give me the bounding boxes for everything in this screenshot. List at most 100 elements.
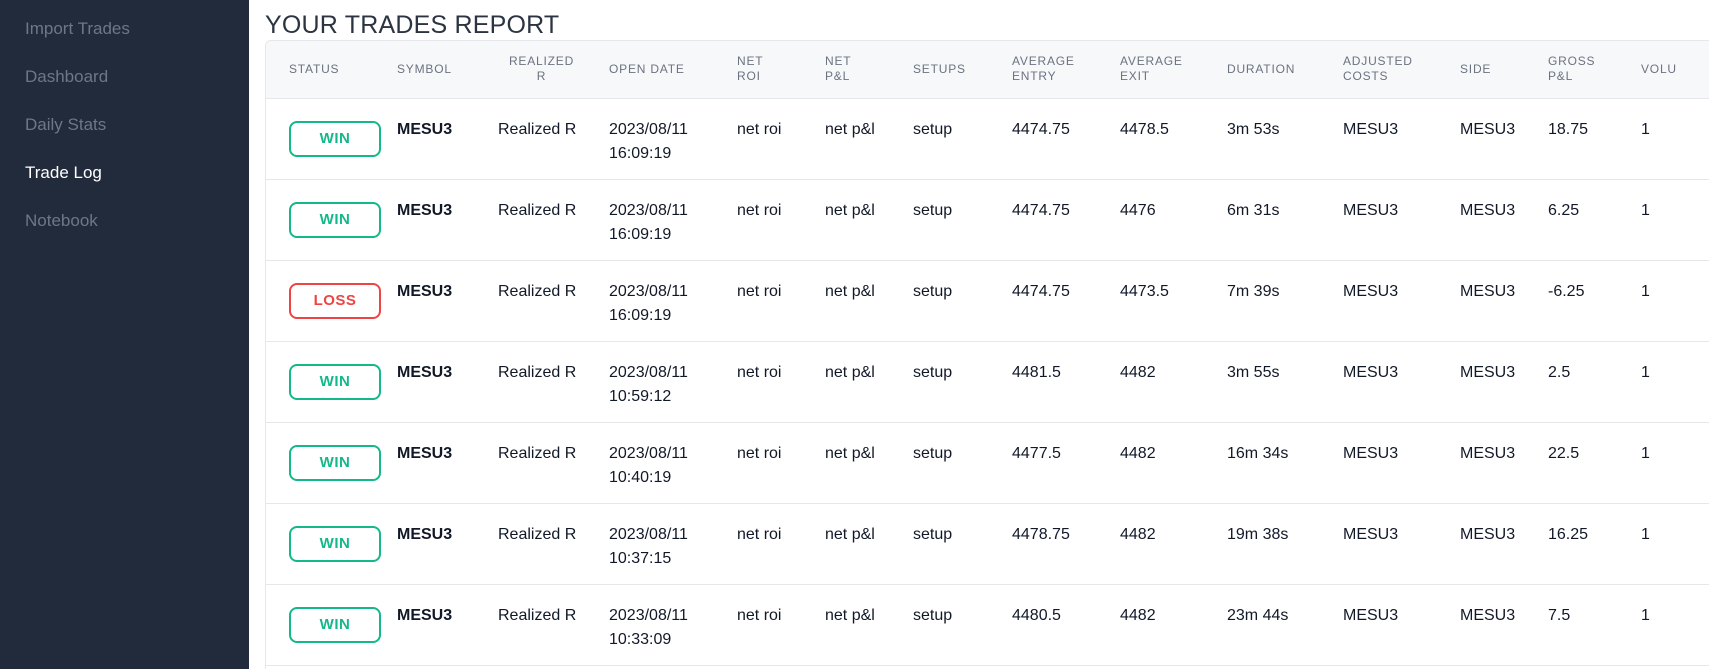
volume-cell: 1: [1641, 606, 1650, 624]
average-entry-cell: 4480.5: [1012, 606, 1061, 624]
table-row[interactable]: WIN MESU3 Realized R 2023/08/11 10:37:15 …: [266, 503, 1709, 584]
net-pl-cell: net p&l: [825, 606, 875, 624]
side-cell: MESU3: [1460, 282, 1516, 300]
column-header-status[interactable]: STATUS: [266, 41, 397, 98]
duration-cell: 23m 44s: [1227, 606, 1289, 624]
net-roi-cell: net roi: [737, 606, 782, 624]
realized-r-cell: Realized R: [498, 120, 577, 138]
status-badge[interactable]: WIN: [289, 120, 381, 157]
open-date-cell: 2023/08/11 10:59:12: [609, 363, 688, 405]
gross-pl-cell: 18.75: [1548, 120, 1589, 138]
column-header-gross-pl[interactable]: GROSS P&L: [1548, 41, 1641, 98]
sidebar-item-dashboard[interactable]: Dashboard: [0, 65, 249, 113]
duration-cell: 16m 34s: [1227, 444, 1289, 462]
side-cell: MESU3: [1460, 525, 1516, 543]
status-badge[interactable]: WIN: [289, 201, 381, 238]
column-header-average-entry[interactable]: AVERAGE ENTRY: [1012, 41, 1120, 98]
sidebar-item-daily-stats[interactable]: Daily Stats: [0, 113, 249, 161]
volume-cell: 1: [1641, 444, 1650, 462]
column-header-average-exit[interactable]: AVERAGE EXIT: [1120, 41, 1227, 98]
column-header-side[interactable]: SIDE: [1460, 41, 1548, 98]
average-entry-cell: 4474.75: [1012, 282, 1070, 300]
volume-cell: 1: [1641, 525, 1650, 543]
column-header-net-roi[interactable]: NET ROI: [737, 41, 825, 98]
open-date-cell: 2023/08/11 16:09:19: [609, 120, 688, 162]
average-exit-cell: 4482: [1120, 444, 1156, 462]
gross-pl-cell: 7.5: [1548, 606, 1571, 624]
trades-table-container[interactable]: STATUS SYMBOL REALIZED R OPEN DATE NET ROI…: [265, 40, 1709, 669]
net-pl-cell: net p&l: [825, 201, 875, 219]
average-entry-cell: 4477.5: [1012, 444, 1061, 462]
net-pl-cell: net p&l: [825, 444, 875, 462]
net-roi-cell: net roi: [737, 282, 782, 300]
column-header-realized-r[interactable]: REALIZED R: [498, 41, 609, 98]
sidebar-item-notebook[interactable]: Notebook: [0, 209, 249, 257]
app-root: Import Trades Dashboard Daily Stats Trad…: [0, 0, 1709, 669]
gross-pl-cell: 16.25: [1548, 525, 1589, 543]
table-row[interactable]: WIN MESU3 Realized R 2023/08/11 16:09:19 …: [266, 179, 1709, 260]
sidebar: Import Trades Dashboard Daily Stats Trad…: [0, 0, 249, 669]
setup-cell: setup: [913, 525, 953, 543]
table-header-row: STATUS SYMBOL REALIZED R OPEN DATE NET ROI…: [266, 41, 1709, 98]
average-entry-cell: 4474.75: [1012, 120, 1070, 138]
side-cell: MESU3: [1460, 363, 1516, 381]
side-cell: MESU3: [1460, 606, 1516, 624]
symbol-cell: MESU3: [397, 444, 453, 462]
column-header-net-pl[interactable]: NET P&L: [825, 41, 913, 98]
column-header-duration[interactable]: DURATION: [1227, 41, 1343, 98]
adjusted-costs-cell: MESU3: [1343, 282, 1399, 300]
average-exit-cell: 4482: [1120, 363, 1156, 381]
average-exit-cell: 4482: [1120, 606, 1156, 624]
net-pl-cell: net p&l: [825, 120, 875, 138]
setup-cell: setup: [913, 120, 953, 138]
table-row[interactable]: LOSS MESU3 Realized R 2023/08/11 16:09:19…: [266, 260, 1709, 341]
setup-cell: setup: [913, 606, 953, 624]
main-content: YOUR TRADES REPORT STATUS SYMBOL REALIZE…: [249, 0, 1709, 669]
net-pl-cell: net p&l: [825, 363, 875, 381]
setup-cell: setup: [913, 444, 953, 462]
status-badge[interactable]: WIN: [289, 525, 381, 562]
status-badge[interactable]: WIN: [289, 444, 381, 481]
net-pl-cell: net p&l: [825, 525, 875, 543]
open-date-cell: 2023/08/11 10:33:09: [609, 606, 688, 648]
table-body: WIN MESU3 Realized R 2023/08/11 16:09:19 …: [266, 98, 1709, 665]
status-badge[interactable]: LOSS: [289, 282, 381, 319]
table-row[interactable]: WIN MESU3 Realized R 2023/08/11 16:09:19 …: [266, 98, 1709, 179]
setup-cell: setup: [913, 201, 953, 219]
average-exit-cell: 4476: [1120, 201, 1156, 219]
table-row[interactable]: WIN MESU3 Realized R 2023/08/11 10:33:09 …: [266, 584, 1709, 665]
sidebar-item-trade-log[interactable]: Trade Log: [0, 161, 249, 209]
open-date-cell: 2023/08/11 16:09:19: [609, 201, 688, 243]
symbol-cell: MESU3: [397, 201, 453, 219]
table-row[interactable]: WIN MESU3 Realized R 2023/08/11 10:40:19 …: [266, 422, 1709, 503]
column-header-adjusted-costs[interactable]: ADJUSTED COSTS: [1343, 41, 1460, 98]
adjusted-costs-cell: MESU3: [1343, 201, 1399, 219]
average-entry-cell: 4481.5: [1012, 363, 1061, 381]
side-cell: MESU3: [1460, 120, 1516, 138]
symbol-cell: MESU3: [397, 120, 453, 138]
duration-cell: 6m 31s: [1227, 201, 1280, 219]
status-badge[interactable]: WIN: [289, 606, 381, 643]
setup-cell: setup: [913, 282, 953, 300]
adjusted-costs-cell: MESU3: [1343, 525, 1399, 543]
column-header-setups[interactable]: SETUPS: [913, 41, 1012, 98]
gross-pl-cell: 22.5: [1548, 444, 1580, 462]
page-title: YOUR TRADES REPORT: [265, 11, 560, 39]
gross-pl-cell: -6.25: [1548, 282, 1585, 300]
column-header-symbol[interactable]: SYMBOL: [397, 41, 498, 98]
side-cell: MESU3: [1460, 444, 1516, 462]
column-header-volume[interactable]: VOLU: [1641, 41, 1709, 98]
column-header-open-date[interactable]: OPEN DATE: [609, 41, 737, 98]
volume-cell: 1: [1641, 363, 1650, 381]
duration-cell: 3m 53s: [1227, 120, 1280, 138]
average-exit-cell: 4473.5: [1120, 282, 1169, 300]
sidebar-item-import-trades[interactable]: Import Trades: [0, 17, 249, 65]
table-row[interactable]: WIN MESU3 Realized R 2023/08/11 10:59:12 …: [266, 341, 1709, 422]
table-header: STATUS SYMBOL REALIZED R OPEN DATE NET ROI…: [266, 41, 1709, 98]
duration-cell: 3m 55s: [1227, 363, 1280, 381]
adjusted-costs-cell: MESU3: [1343, 120, 1399, 138]
net-roi-cell: net roi: [737, 444, 782, 462]
gross-pl-cell: 2.5: [1548, 363, 1571, 381]
volume-cell: 1: [1641, 120, 1650, 138]
status-badge[interactable]: WIN: [289, 363, 381, 400]
